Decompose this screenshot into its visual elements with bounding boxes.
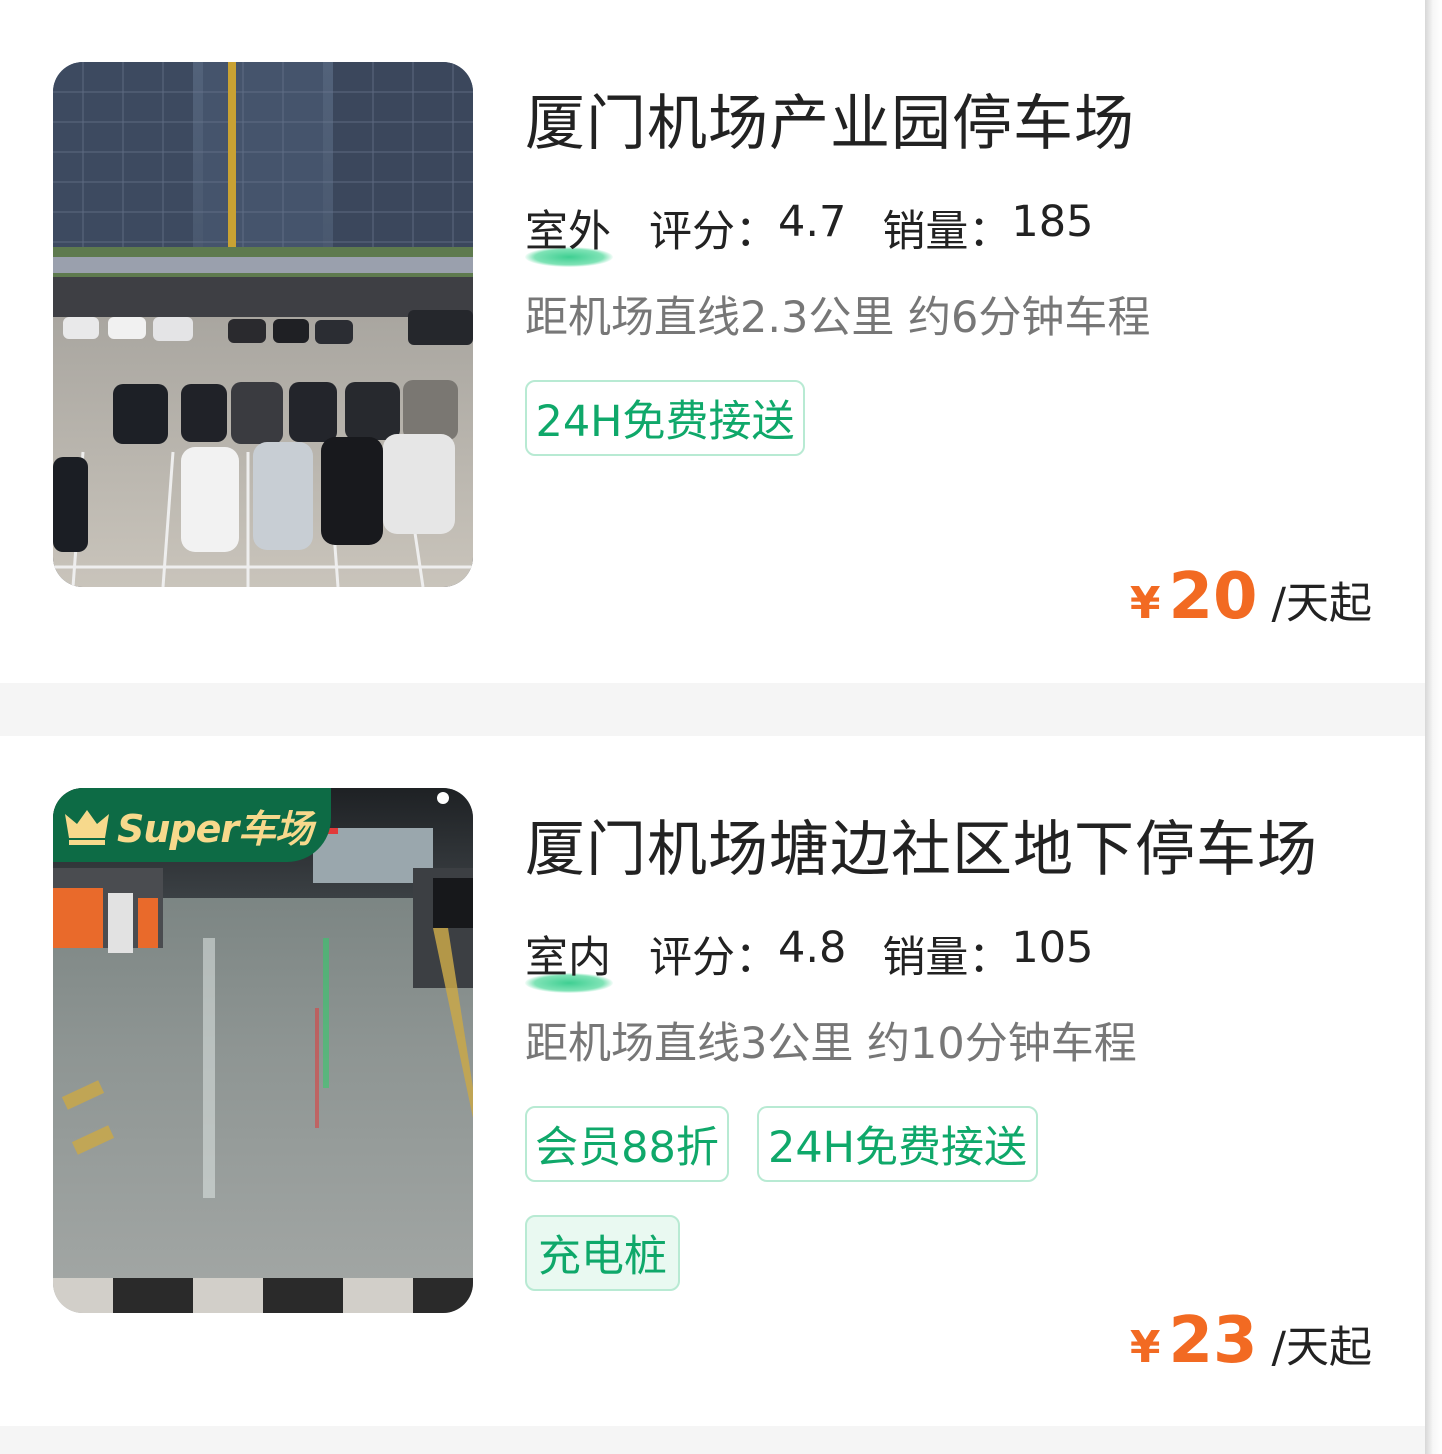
parking-lot-image[interactable]: Super车场 [53,788,473,1313]
parking-lot-image[interactable] [53,62,473,587]
parking-meta: 室内 评分： 4.8 销量： 105 [525,923,1094,993]
parking-type-tag: 室外 [525,197,613,267]
super-badge-text: Super车场 [117,806,313,851]
sales-value: 105 [1011,923,1094,973]
parking-name[interactable]: 厦门机场产业园停车场 [525,75,1135,162]
sales-value: 185 [1011,197,1094,247]
super-badge: Super车场 [53,788,331,862]
charging-tag: 充电桩 [525,1215,680,1291]
sales-label: 销量： [882,933,1012,983]
underground-garage-photo [53,788,473,1313]
price: ¥ 23 /天起 [1130,1304,1372,1378]
currency-symbol: ¥ [1129,578,1161,629]
outdoor-parking-photo [53,62,473,587]
crown-icon [65,810,109,845]
parking-card[interactable]: Super车场 厦门机场塘边社区地下停车场 室内 评分： 4.8 销量： 105… [0,736,1425,1426]
distance-info: 距机场直线3公里 约10分钟车程 [525,1019,1137,1069]
rating-value: 4.8 [778,923,847,973]
parking-card[interactable]: 厦门机场产业园停车场 室外 评分： 4.7 销量： 185 距机场直线2.3公里… [0,0,1425,683]
rating-label: 评分： [649,933,778,983]
service-tag: 24H免费接送 [757,1106,1038,1182]
parking-type: 室外 [525,207,611,257]
rating-label: 评分： [649,207,778,257]
price-amount: 23 [1168,1304,1258,1378]
rating-value: 4.7 [778,197,847,247]
currency-symbol: ¥ [1129,1322,1161,1373]
member-discount-tag: 会员88折 [525,1106,729,1182]
card-separator [0,683,1425,736]
sales-label: 销量： [882,207,1012,257]
card-separator [0,1426,1425,1454]
distance-info: 距机场直线2.3公里 约6分钟车程 [525,293,1151,343]
parking-type-tag: 室内 [525,923,613,993]
parking-name[interactable]: 厦门机场塘边社区地下停车场 [525,801,1318,888]
price-unit: /天起 [1271,1323,1373,1373]
parking-meta: 室外 评分： 4.7 销量： 185 [525,197,1094,267]
parking-type: 室内 [525,933,611,983]
price-unit: /天起 [1271,579,1373,629]
service-tag: 24H免费接送 [525,380,805,456]
price-amount: 20 [1168,560,1258,634]
price: ¥ 20 /天起 [1130,560,1372,634]
scrollbar[interactable] [1425,0,1442,1454]
